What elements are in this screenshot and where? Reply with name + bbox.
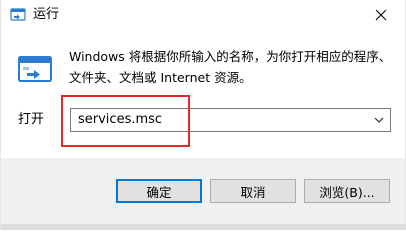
taskbar-strip: [1, 224, 406, 230]
cancel-button[interactable]: 取消: [210, 179, 296, 203]
open-combobox[interactable]: services.msc: [70, 108, 391, 132]
open-input[interactable]: services.msc: [78, 111, 162, 129]
close-icon: [375, 9, 387, 21]
run-dialog: 运行 Windows 将根据你所输入的名称，为你打开相应的程序、 文件夹、文档或…: [0, 0, 406, 230]
ok-button[interactable]: 确定: [116, 179, 202, 203]
text-caret: [188, 112, 189, 128]
window-title: 运行: [33, 7, 60, 22]
open-label: 打开: [18, 112, 45, 127]
title-bar: 运行: [1, 0, 405, 30]
chevron-down-icon: [374, 117, 384, 123]
browse-button[interactable]: 浏览(B)...: [304, 179, 390, 203]
dropdown-button[interactable]: [370, 110, 388, 130]
run-app-icon: [18, 55, 52, 85]
close-button[interactable]: [359, 0, 403, 30]
description-line-2: 文件夹、文档或 Internet 资源。: [69, 70, 252, 85]
dialog-description: Windows 将根据你所输入的名称，为你打开相应的程序、 文件夹、文档或 In…: [69, 46, 392, 88]
run-dialog-icon: [10, 7, 26, 23]
description-line-1: Windows 将根据你所输入的名称，为你打开相应的程序、: [69, 49, 392, 64]
